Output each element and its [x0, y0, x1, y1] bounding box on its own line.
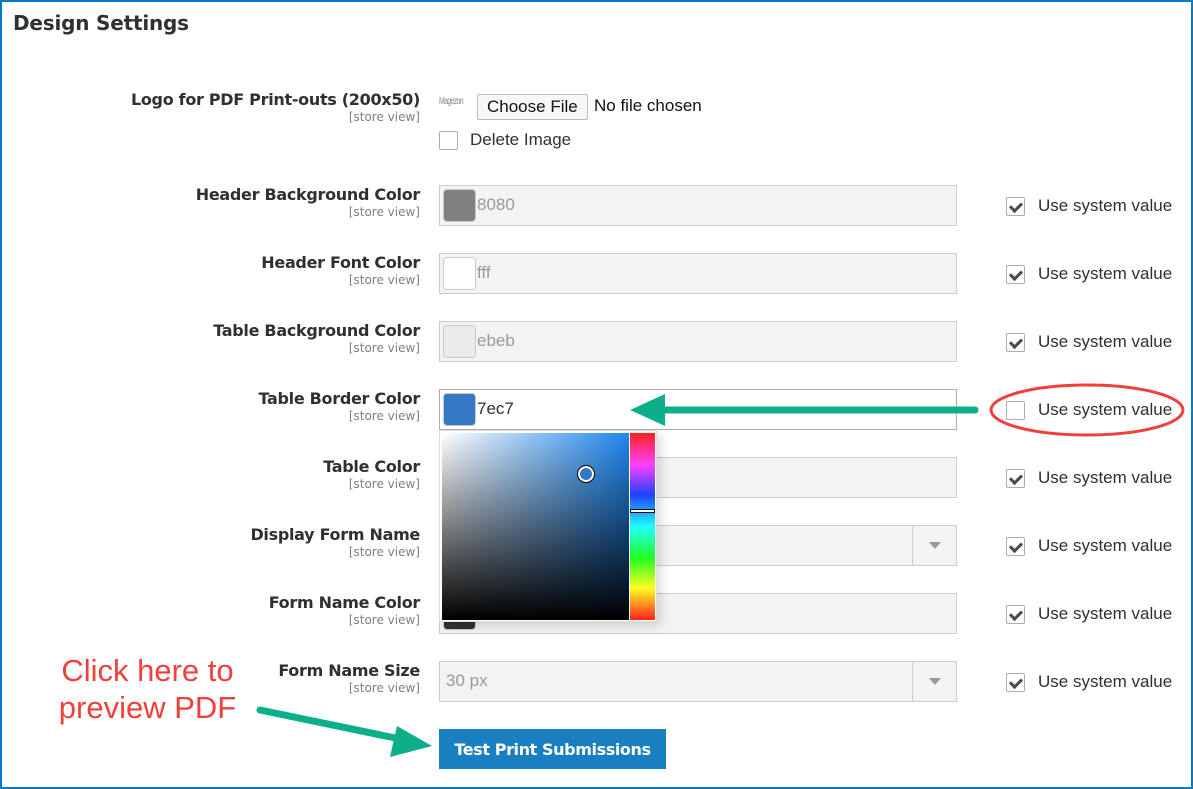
field-label: Header Background Color — [195, 185, 421, 204]
annotation-line-2: preview PDF — [58, 690, 237, 725]
use-system-value-checkbox[interactable] — [1006, 468, 1025, 488]
use-system-value[interactable]: Use system value — [1006, 468, 1172, 488]
use-system-value[interactable]: Use system value — [1006, 604, 1172, 624]
scope-label: [store view] — [348, 681, 420, 695]
color-value: fff — [477, 263, 491, 282]
color-input[interactable]: fff — [439, 253, 957, 294]
use-system-value-label: Use system value — [1038, 604, 1173, 623]
setting-row-table-background-color: Table Background Color [store view] ebeb… — [0, 321, 1193, 363]
use-system-value-label: Use system value — [1038, 264, 1173, 283]
use-system-value-checkbox[interactable] — [1006, 604, 1025, 624]
setting-row-header-background-color: Header Background Color [store view] 808… — [0, 185, 1193, 227]
scope-label: [store view] — [348, 273, 420, 287]
use-system-value-checkbox[interactable] — [1006, 196, 1025, 216]
field-label: Header Font Color — [261, 253, 420, 272]
arrow-head-right — [390, 726, 432, 757]
hue-slider-handle[interactable] — [630, 509, 655, 513]
field-label: Table Background Color — [213, 321, 420, 340]
scope-label: [store view] — [348, 110, 420, 124]
chevron-down-icon — [928, 678, 941, 685]
select-value: 30 px — [446, 671, 488, 690]
test-print-submissions-button[interactable]: Test Print Submissions — [439, 729, 666, 769]
color-input[interactable]: 8080 — [439, 185, 957, 226]
scope-label: [store view] — [348, 409, 420, 423]
color-swatch[interactable] — [443, 189, 476, 222]
delete-image-checkbox[interactable] — [439, 131, 458, 150]
use-system-value[interactable]: Use system value — [1006, 400, 1172, 420]
scope-label: [store view] — [348, 477, 420, 491]
use-system-value-checkbox[interactable] — [1006, 264, 1025, 284]
field-label: Form Name Size — [278, 661, 420, 680]
use-system-value-label: Use system value — [1038, 536, 1173, 555]
annotation-callout: Click here to preview PDF — [40, 652, 255, 726]
scope-label: [store view] — [348, 205, 420, 219]
select-input[interactable]: 30 px — [439, 661, 957, 702]
scope-label: [store view] — [348, 613, 420, 627]
scope-label: [store view] — [348, 545, 420, 559]
saturation-value-area[interactable] — [442, 433, 629, 620]
use-system-value-label: Use system value — [1038, 400, 1173, 419]
use-system-value[interactable]: Use system value — [1006, 672, 1172, 692]
color-input[interactable]: 7ec7 — [439, 389, 957, 430]
no-file-text: No file chosen — [594, 96, 702, 115]
color-input[interactable]: ebeb — [439, 321, 957, 362]
delete-image-label: Delete Image — [470, 130, 572, 149]
chevron-down-icon — [928, 542, 941, 549]
color-value: ebeb — [477, 331, 515, 350]
choose-file-button[interactable]: Choose File — [477, 94, 588, 120]
color-swatch[interactable] — [443, 393, 476, 426]
use-system-value-checkbox[interactable] — [1006, 672, 1025, 692]
color-value: 7ec7 — [477, 399, 514, 418]
annotation-line-1: Click here to — [61, 653, 234, 688]
color-swatch[interactable] — [443, 257, 476, 290]
color-value: 8080 — [477, 195, 515, 214]
use-system-value[interactable]: Use system value — [1006, 196, 1172, 216]
field-label: Table Border Color — [258, 389, 420, 408]
use-system-value[interactable]: Use system value — [1006, 264, 1172, 284]
use-system-value-checkbox[interactable] — [1006, 332, 1025, 352]
setting-row-table-border-color: Table Border Color [store view] 7ec7 Use… — [0, 389, 1193, 431]
field-label: Form Name Color — [268, 593, 421, 612]
field-label: Logo for PDF Print-outs (200x50) — [130, 90, 420, 109]
use-system-value-label: Use system value — [1038, 672, 1173, 691]
setting-row-header-font-color: Header Font Color [store view] fff Use s… — [0, 253, 1193, 295]
use-system-value[interactable]: Use system value — [1006, 332, 1172, 352]
use-system-value-label: Use system value — [1038, 332, 1173, 351]
section-title: Design Settings — [13, 11, 189, 35]
dropdown-toggle[interactable] — [912, 526, 956, 565]
color-picker-handle[interactable] — [578, 466, 594, 482]
use-system-value[interactable]: Use system value — [1006, 536, 1172, 556]
use-system-value-label: Use system value — [1038, 196, 1173, 215]
arrow-line-to-button — [256, 706, 409, 744]
color-swatch[interactable] — [443, 325, 476, 358]
hue-slider[interactable] — [630, 433, 655, 620]
dropdown-toggle[interactable] — [912, 662, 956, 701]
color-picker-popup — [439, 430, 657, 622]
field-label: Table Color — [323, 457, 420, 476]
field-label: Display Form Name — [250, 525, 420, 544]
logo-thumbnail: Magezon — [439, 96, 464, 107]
use-system-value-checkbox[interactable] — [1006, 536, 1025, 556]
scope-label: [store view] — [348, 341, 420, 355]
use-system-value-checkbox[interactable] — [1006, 400, 1025, 420]
use-system-value-label: Use system value — [1038, 468, 1173, 487]
